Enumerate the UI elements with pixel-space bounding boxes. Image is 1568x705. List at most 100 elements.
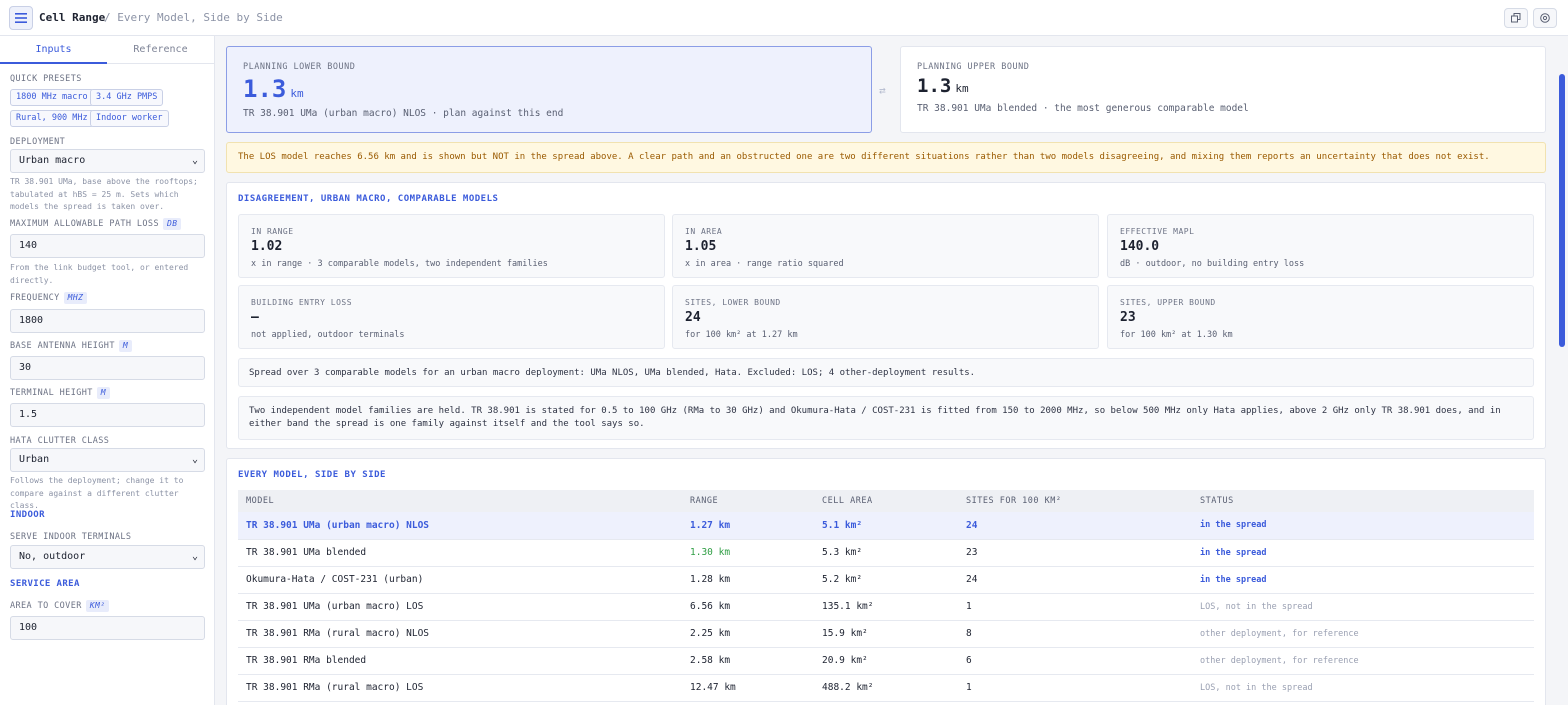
table-row[interactable]: TR 38.901 UMa (urban macro) LOS 6.56 km … [238, 593, 1534, 621]
stat-value: 1.02 [251, 239, 283, 254]
cell-range: 1.30 km [682, 539, 814, 567]
table-row[interactable]: TR 38.901 RMa blended 2.58 km 20.9 km² 6… [238, 647, 1534, 675]
disagreement-title: DISAGREEMENT, URBAN MACRO, COMPARABLE MO… [238, 194, 499, 204]
stat-value: 23 [1120, 310, 1136, 325]
cell-sites: 1 [958, 593, 1192, 621]
terminal-height-label-text: TERMINAL HEIGHT [10, 388, 93, 398]
models-table: MODEL RANGE CELL AREA SITES FOR 100 KM² … [238, 490, 1534, 702]
help-circle-icon[interactable] [1533, 8, 1557, 28]
table-row[interactable]: TR 38.901 RMa (rural macro) NLOS 2.25 km… [238, 620, 1534, 648]
deployment-select[interactable]: Urban macro ⌄ [10, 149, 205, 173]
terminal-height-label: TERMINAL HEIGHT M [10, 387, 110, 399]
cell-status: other deployment, for reference [1192, 620, 1534, 648]
stat-value: 1.05 [685, 239, 717, 254]
mapl-input[interactable]: 140 [10, 234, 205, 258]
upper-bound-label: PLANNING UPPER BOUND [917, 62, 1030, 72]
deployment-value: Urban macro [19, 155, 86, 166]
preset-1800-macro[interactable]: 1800 MHz macro [10, 89, 94, 106]
swap-arrows-icon: ⇄ [879, 84, 886, 97]
preset-rural-900[interactable]: Rural, 900 MHz [10, 110, 94, 127]
results-main: PLANNING LOWER BOUND 1.3 km TR 38.901 UMa… [215, 36, 1568, 705]
lower-bound-unit: km [290, 87, 304, 100]
table-row[interactable]: Okumura-Hata / COST-231 (urban) 1.28 km … [238, 566, 1534, 594]
cell-area: 135.1 km² [814, 593, 958, 621]
chevron-down-icon: ⌄ [191, 551, 198, 562]
stat-label: EFFECTIVE MAPL [1120, 227, 1195, 236]
col-sites: SITES FOR 100 KM² [958, 490, 1192, 512]
sidebar-tabs: Inputs Reference [0, 36, 214, 64]
lower-bound-desc: TR 38.901 UMa (urban macro) NLOS · plan … [243, 108, 564, 119]
deployment-help: TR 38.901 UMa, base above the rooftops; … [10, 177, 198, 211]
upper-bound-number: 1.3 [917, 75, 952, 97]
hamburger-menu-icon[interactable] [9, 6, 33, 30]
tab-reference[interactable]: Reference [107, 36, 214, 64]
model-families-note: Two independent model families are held.… [238, 396, 1534, 440]
chevron-down-icon: ⌄ [191, 155, 198, 166]
area-unit-tag: KM² [85, 600, 110, 612]
app-title: Cell Range [39, 11, 106, 24]
cell-area: 5.2 km² [814, 566, 958, 594]
cell-model: TR 38.901 UMa (urban macro) NLOS [238, 512, 682, 540]
preset-indoor-worker[interactable]: Indoor worker [90, 110, 169, 127]
los-warning-banner: The LOS model reaches 6.56 km and is sho… [226, 142, 1546, 173]
cell-model: TR 38.901 UMa blended [238, 539, 682, 567]
cell-area: 20.9 km² [814, 647, 958, 675]
main-scrollbar[interactable] [1559, 74, 1565, 347]
upper-bound-unit: km [955, 82, 969, 95]
stat-label: SITES, UPPER BOUND [1120, 298, 1216, 307]
cell-range: 1.28 km [682, 566, 814, 594]
clutter-help: Follows the deployment; change it to com… [10, 476, 184, 510]
serve-indoor-value: No, outdoor [19, 551, 86, 562]
service-area-heading: SERVICE AREA [10, 579, 80, 589]
cell-range: 2.58 km [682, 647, 814, 675]
frequency-input[interactable]: 1800 [10, 309, 205, 333]
col-range: RANGE [682, 490, 814, 512]
preset-3-4-ghz-pmps[interactable]: 3.4 GHz PMPS [90, 89, 164, 106]
cell-status: in the spread [1192, 539, 1534, 567]
serve-indoor-select[interactable]: No, outdoor ⌄ [10, 545, 205, 569]
cell-status: in the spread [1192, 566, 1534, 594]
cell-sites: 8 [958, 620, 1192, 648]
inputs-sidebar: Inputs Reference QUICK PRESETS 1800 MHz … [0, 36, 215, 705]
col-model: MODEL [238, 490, 682, 512]
deployment-label: DEPLOYMENT [10, 137, 66, 147]
stat-sites-upper: SITES, UPPER BOUND 23 for 100 km² at 1.3… [1107, 285, 1534, 349]
base-height-label-text: BASE ANTENNA HEIGHT [10, 341, 115, 351]
stat-label: BUILDING ENTRY LOSS [251, 298, 353, 307]
serve-indoor-label: SERVE INDOOR TERMINALS [10, 532, 132, 542]
terminal-height-input[interactable]: 1.5 [10, 403, 205, 427]
base-height-input[interactable]: 30 [10, 356, 205, 380]
area-label-text: AREA TO COVER [10, 601, 82, 611]
col-status: STATUS [1192, 490, 1534, 512]
area-input[interactable]: 100 [10, 616, 205, 640]
breadcrumb: / Every Model, Side by Side [104, 11, 283, 24]
cell-range: 2.25 km [682, 620, 814, 648]
stat-sub: x in area · range ratio squared [685, 259, 844, 269]
upper-bound-desc: TR 38.901 UMa blended · the most generou… [917, 103, 1249, 114]
clutter-label: HATA CLUTTER CLASS [10, 436, 110, 446]
cell-area: 5.3 km² [814, 539, 958, 567]
quick-presets-label: QUICK PRESETS [10, 74, 82, 84]
cell-status: LOS, not in the spread [1192, 674, 1534, 702]
table-row[interactable]: TR 38.901 UMa blended 1.30 km 5.3 km² 23… [238, 539, 1534, 567]
copy-icon[interactable] [1504, 8, 1528, 28]
terminal-height-unit-tag: M [96, 387, 110, 399]
table-row[interactable]: TR 38.901 RMa (rural macro) LOS 12.47 km… [238, 674, 1534, 702]
stat-value: 140.0 [1120, 239, 1160, 254]
lower-bound-number: 1.3 [243, 75, 287, 103]
mapl-label-text: MAXIMUM ALLOWABLE PATH LOSS [10, 219, 159, 229]
table-row[interactable]: TR 38.901 UMa (urban macro) NLOS 1.27 km… [238, 512, 1534, 540]
cell-sites: 6 [958, 647, 1192, 675]
clutter-select[interactable]: Urban ⌄ [10, 448, 205, 472]
stat-building-entry-loss: BUILDING ENTRY LOSS — not applied, outdo… [238, 285, 665, 349]
cell-area: 5.1 km² [814, 512, 958, 540]
cell-sites: 1 [958, 674, 1192, 702]
mapl-unit-tag: DB [162, 218, 182, 230]
base-height-label: BASE ANTENNA HEIGHT M [10, 340, 133, 352]
stat-label: IN AREA [685, 227, 723, 236]
cell-status: other deployment, for reference [1192, 647, 1534, 675]
cell-range: 6.56 km [682, 593, 814, 621]
cell-area: 15.9 km² [814, 620, 958, 648]
tab-inputs[interactable]: Inputs [0, 36, 107, 64]
stat-in-range: IN RANGE 1.02 x in range · 3 comparable … [238, 214, 665, 278]
